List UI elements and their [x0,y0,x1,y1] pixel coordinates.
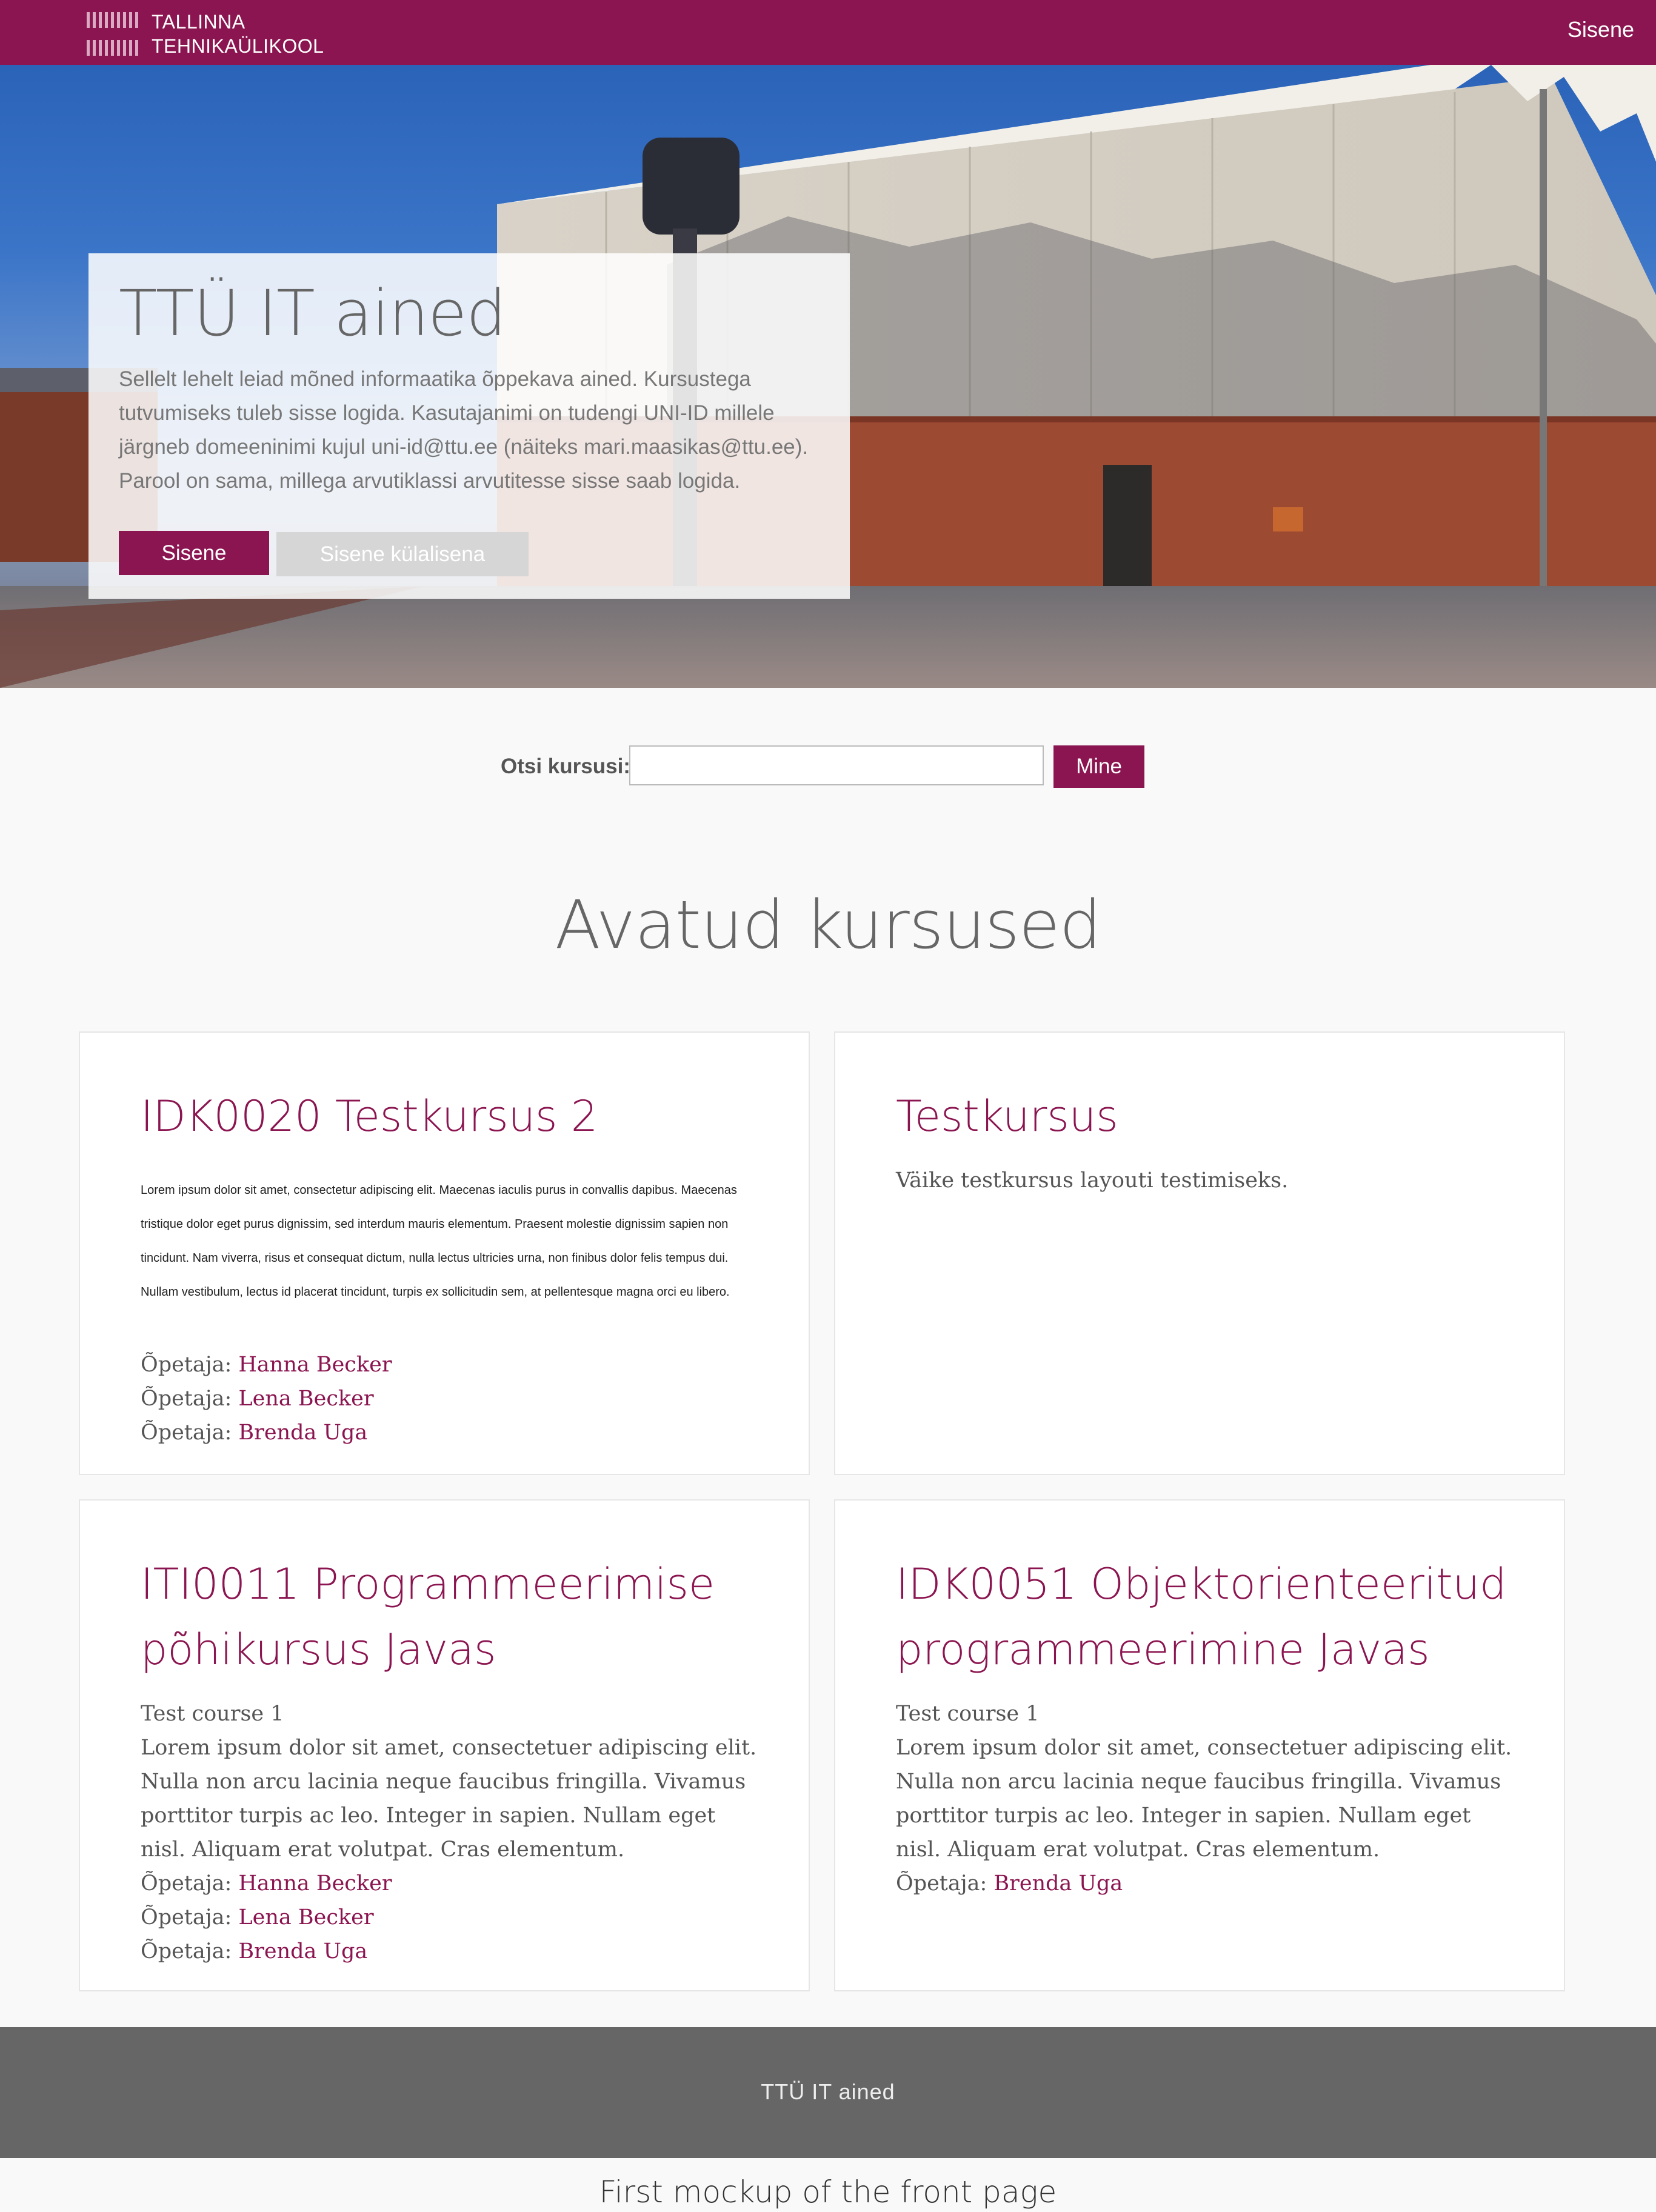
teacher-link[interactable]: Hanna Becker [238,1353,392,1377]
teacher-link[interactable]: Hanna Becker [238,1871,392,1896]
hero-banner: TTÜ IT ained Sellelt lehelt leiad mõned … [0,65,1656,688]
course-card[interactable]: IDK0020 Testkursus 2 Lorem ipsum dolor s… [79,1031,810,1475]
course-card[interactable]: ITI0011 Programmeerimise põhikursus Java… [79,1499,810,1991]
teacher-label: Õpetaja: [141,1353,232,1377]
teacher-label: Õpetaja: [141,1905,232,1930]
teacher-row: Õpetaja: Lena Becker [141,1901,759,1934]
teacher-list: Õpetaja: Brenda Uga [896,1867,1514,1901]
guest-login-button[interactable]: Sisene külalisena [276,532,529,576]
teacher-list: Õpetaja: Hanna Becker Õpetaja: Lena Beck… [141,1348,759,1450]
course-title[interactable]: ITI0011 Programmeerimise põhikursus Java… [141,1551,771,1682]
university-logo[interactable]: TALLINNA TEHNIKAÜLIKOOL [87,7,329,59]
course-card[interactable]: Testkursus Väike testkursus layouti test… [834,1031,1565,1475]
page-footer: TTÜ IT ained [0,2027,1656,2158]
teacher-label: Õpetaja: [141,1421,232,1445]
logo-line-2: TEHNIKAÜLIKOOL [152,35,324,57]
course-description: Lorem ipsum dolor sit amet, consectetur … [141,1184,737,1299]
teacher-label: Õpetaja: [141,1939,232,1964]
teacher-label: Õpetaja: [141,1871,232,1896]
footer-text: TTÜ IT ained [761,2079,895,2104]
teacher-list: Õpetaja: Hanna Becker Õpetaja: Lena Beck… [141,1867,759,1968]
teacher-row: Õpetaja: Hanna Becker [141,1867,759,1901]
teacher-link[interactable]: Brenda Uga [993,1871,1123,1896]
course-title[interactable]: IDK0051 Objektorienteeritud programmeeri… [896,1551,1526,1682]
course-subtitle: Test course 1 [141,1702,284,1726]
course-description: Lorem ipsum dolor sit amet, consectetuer… [896,1736,1512,1862]
logo-wordmark: TALLINNA TEHNIKAÜLIKOOL [152,10,324,58]
teacher-label: Õpetaja: [896,1871,987,1896]
course-card[interactable]: IDK0051 Objektorienteeritud programmeeri… [834,1499,1565,1991]
course-description: Lorem ipsum dolor sit amet, consectetuer… [141,1736,757,1862]
teacher-label: Õpetaja: [141,1387,232,1411]
section-title: Avatud kursused [555,886,1101,964]
course-subtitle: Test course 1 [896,1702,1040,1726]
logo-line-1: TALLINNA [152,11,245,33]
top-navbar: TALLINNA TEHNIKAÜLIKOOL Sisene [0,0,1656,65]
teacher-row: Õpetaja: Brenda Uga [141,1934,759,1968]
course-title[interactable]: Testkursus [896,1084,1526,1149]
teacher-row: Õpetaja: Hanna Becker [141,1348,759,1382]
nav-login-link[interactable]: Sisene [1568,17,1634,42]
course-description: Väike testkursus layouti testimiseks. [896,1168,1289,1193]
hero-intro-card: TTÜ IT ained Sellelt lehelt leiad mõned … [88,253,850,599]
hero-title: TTÜ IT ained [119,276,506,350]
teacher-link[interactable]: Brenda Uga [238,1421,367,1445]
teacher-link[interactable]: Lena Becker [238,1387,373,1411]
course-search-input[interactable] [629,745,1044,785]
teacher-link[interactable]: Brenda Uga [238,1939,367,1964]
course-title[interactable]: IDK0020 Testkursus 2 [141,1084,771,1149]
teacher-row: Õpetaja: Lena Becker [141,1382,759,1416]
teacher-row: Õpetaja: Brenda Uga [141,1416,759,1450]
login-button[interactable]: Sisene [119,531,269,575]
teacher-link[interactable]: Lena Becker [238,1905,373,1930]
search-submit-button[interactable]: Mine [1053,745,1144,788]
teacher-row: Õpetaja: Brenda Uga [896,1867,1514,1901]
search-label: Otsi kursusi: [501,755,630,778]
logo-bars-icon [87,8,139,58]
mockup-caption: First mockup of the front page [599,2174,1057,2210]
hero-description: Sellelt lehelt leiad mõned informaatika … [119,367,809,493]
